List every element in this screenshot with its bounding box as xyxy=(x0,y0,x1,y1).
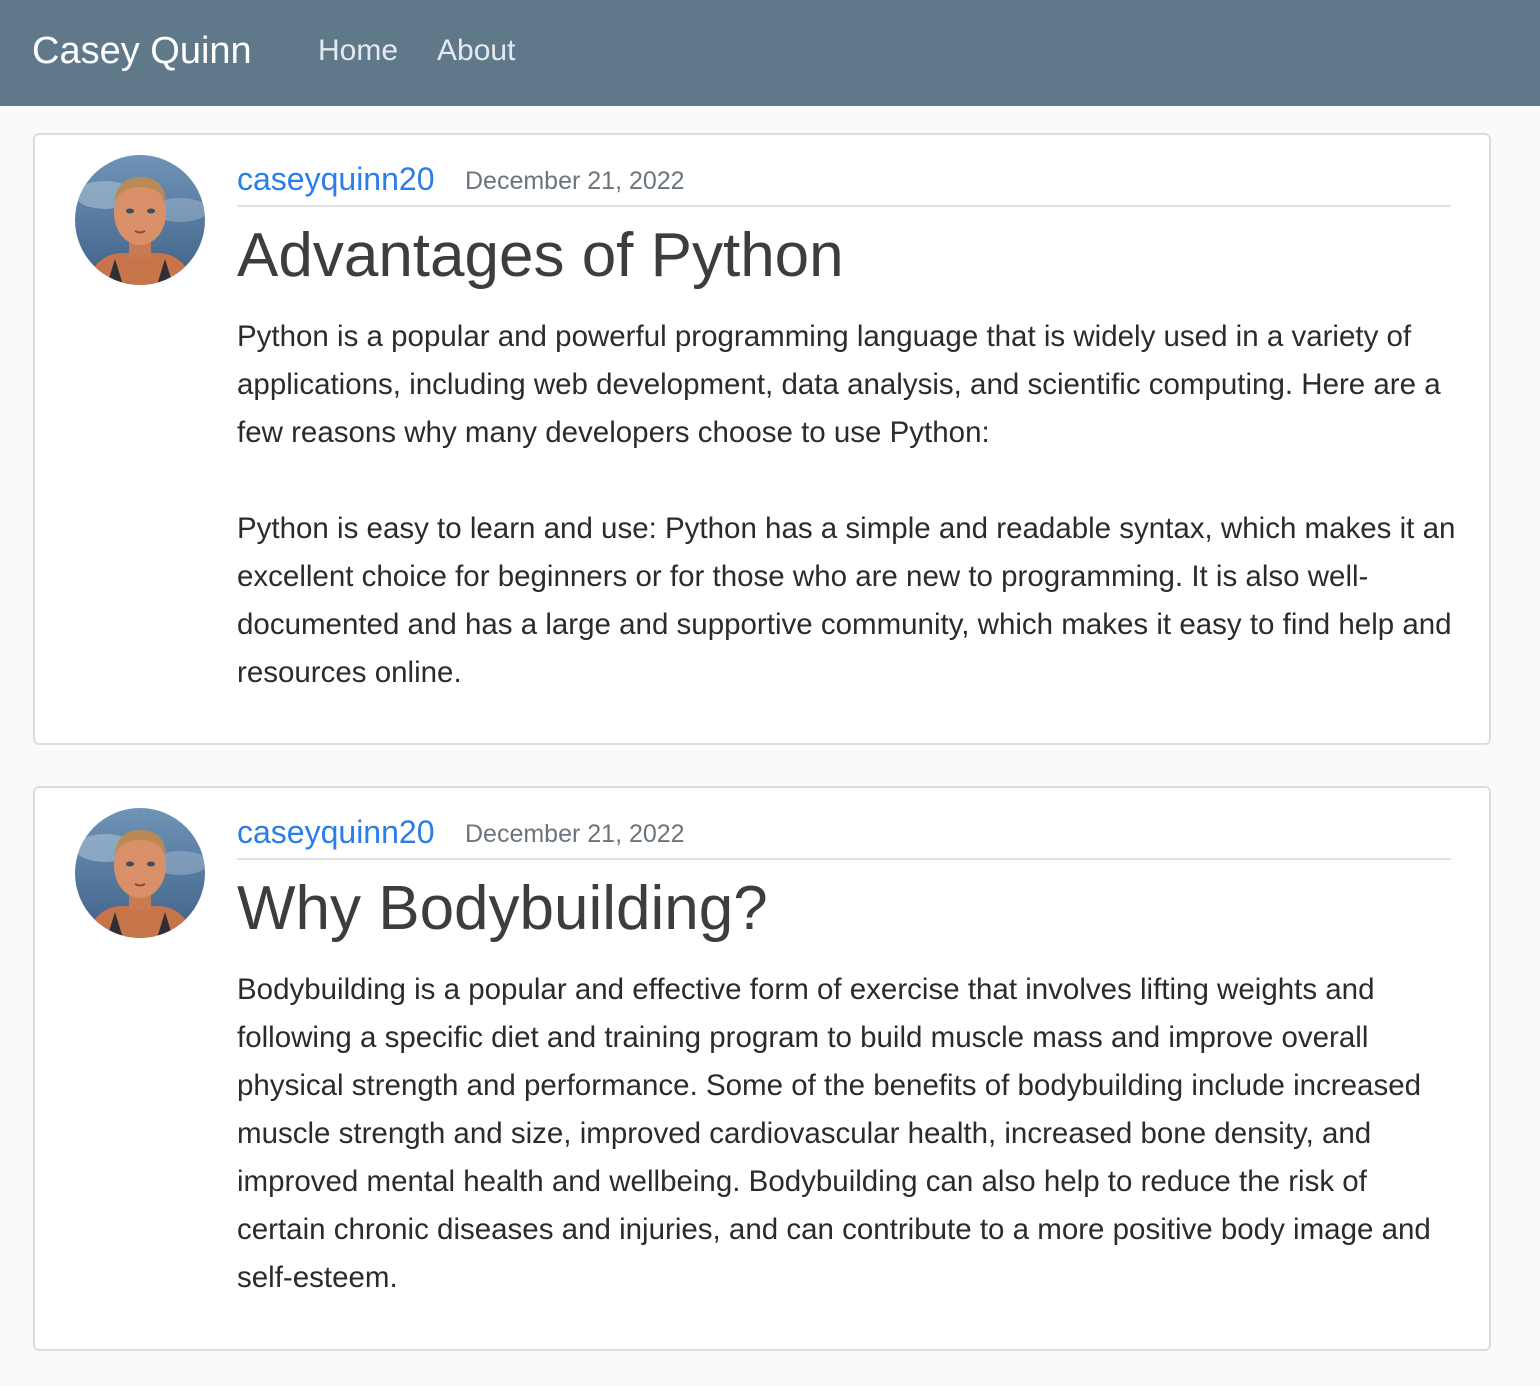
post-date: December 21, 2022 xyxy=(465,167,685,195)
post-title[interactable]: Advantages of Python xyxy=(237,219,844,293)
post-content: Python is a popular and powerful program… xyxy=(237,313,1457,697)
post-content: Bodybuilding is a popular and effective … xyxy=(237,966,1457,1302)
avatar xyxy=(75,155,205,285)
author-link[interactable]: caseyquinn20 xyxy=(237,812,434,852)
avatar xyxy=(75,808,205,938)
post-title[interactable]: Why Bodybuilding? xyxy=(237,872,768,946)
post-paragraph: Python is easy to learn and use: Python … xyxy=(237,512,1456,689)
post-paragraph: Python is a popular and powerful program… xyxy=(237,320,1441,449)
post-meta: caseyquinn20 December 21, 2022 xyxy=(237,812,1451,860)
navbar: Casey Quinn Home About xyxy=(0,0,1540,106)
post-date: December 21, 2022 xyxy=(465,820,685,848)
nav-link-home[interactable]: Home xyxy=(318,0,398,102)
post-card: caseyquinn20 December 21, 2022 Advantage… xyxy=(33,133,1491,745)
post-card: caseyquinn20 December 21, 2022 Why Bodyb… xyxy=(33,786,1491,1351)
author-avatar-image xyxy=(75,155,205,285)
brand-link[interactable]: Casey Quinn xyxy=(32,0,252,102)
nav-link-about[interactable]: About xyxy=(437,0,515,102)
post-meta: caseyquinn20 December 21, 2022 xyxy=(237,159,1451,207)
author-link[interactable]: caseyquinn20 xyxy=(237,159,434,199)
author-avatar-image xyxy=(75,808,205,938)
post-paragraph: Bodybuilding is a popular and effective … xyxy=(237,973,1431,1294)
